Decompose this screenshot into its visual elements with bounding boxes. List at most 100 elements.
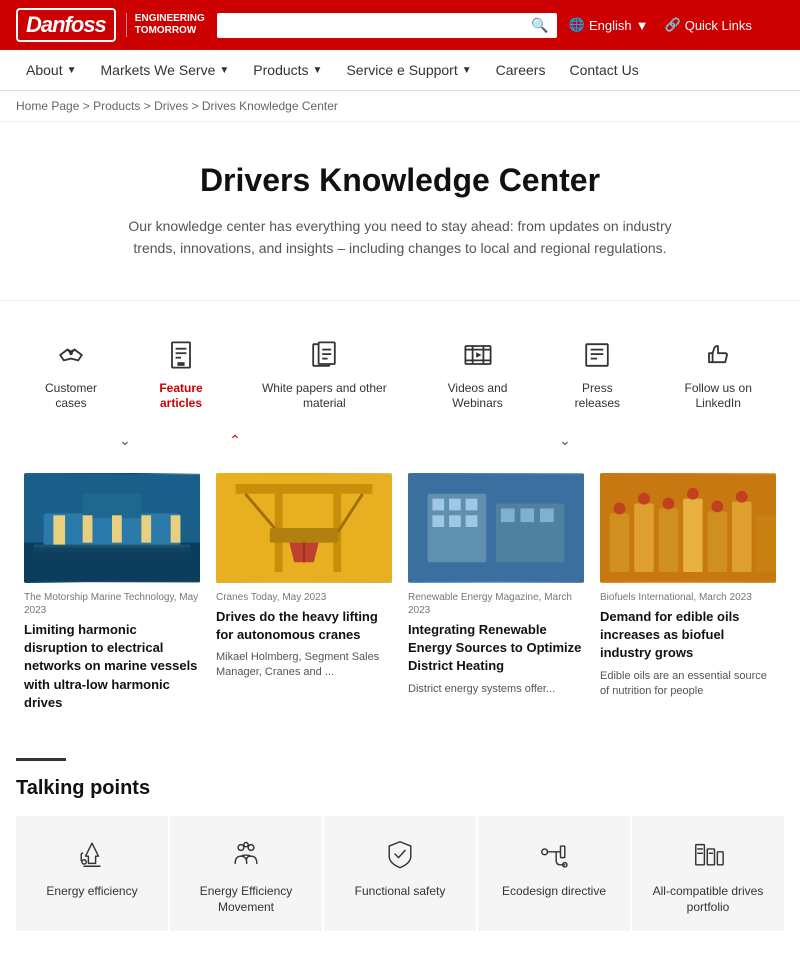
tagline: ENGINEERINGTOMORROW: [126, 13, 205, 37]
article-source-4: Biofuels International, March 2023: [600, 591, 776, 604]
article-card-4[interactable]: Biofuels International, March 2023 Deman…: [592, 465, 784, 726]
article-source-2: Cranes Today, May 2023: [216, 591, 392, 604]
search-input[interactable]: [225, 18, 532, 33]
category-customer-cases[interactable]: Customer cases: [16, 325, 126, 424]
category-feature-articles[interactable]: Feature articles: [126, 325, 236, 424]
article-desc-4: Edible oils are an essential source of n…: [600, 669, 776, 700]
nav-careers[interactable]: Careers: [486, 50, 556, 90]
article-title-4: Demand for edible oils increases as biof…: [600, 608, 776, 663]
nav-markets[interactable]: Markets We Serve ▼: [91, 50, 240, 90]
main-nav: About ▼ Markets We Serve ▼ Products ▼ Se…: [0, 50, 800, 91]
article-image-energy: [408, 473, 584, 583]
category-white-papers-label: White papers and other material: [254, 381, 395, 412]
ecodesign-icon: [536, 836, 572, 872]
nav-service-support[interactable]: Service e Support ▼: [336, 50, 481, 90]
globe-icon: 🌐: [569, 17, 585, 33]
chevron-down-icon: ▼: [462, 65, 472, 76]
article-card-2[interactable]: Cranes Today, May 2023 Drives do the hea…: [208, 465, 400, 726]
chevron-down-icon: ▼: [313, 65, 323, 76]
people-icon: [228, 836, 264, 872]
expand-white-papers: [290, 428, 400, 453]
article-source-1: The Motorship Marine Technology, May 202…: [24, 591, 200, 617]
handshake-icon: [53, 337, 89, 373]
talking-points-grid: Energy efficiency Energy Efficiency Move…: [0, 816, 800, 963]
article-image-biofuel: [600, 473, 776, 583]
article-title-1: Limiting harmonic disruption to electric…: [24, 621, 200, 712]
thumbsup-icon: [700, 337, 736, 373]
article-image-ship: [24, 473, 200, 583]
page-title-area: Drivers Knowledge Center Our knowledge c…: [0, 122, 800, 280]
language-selector[interactable]: 🌐 English ▼: [569, 17, 649, 33]
expand-row: ⌄ ⌃ ⌄: [0, 424, 800, 457]
category-videos[interactable]: Videos and Webinars: [413, 325, 543, 424]
expand-linkedin: [620, 428, 730, 453]
chevron-down-icon: ▼: [636, 18, 649, 33]
category-linkedin-label: Follow us on LinkedIn: [670, 381, 766, 412]
section-divider: [16, 758, 66, 761]
chevron-down-icon: ▼: [67, 65, 77, 76]
tp-energy-efficiency[interactable]: Energy efficiency: [16, 816, 168, 931]
header-right: 🌐 English ▼ 🔗 Quick Links: [569, 17, 752, 33]
crane-illustration: [216, 473, 392, 583]
breadcrumb-current: Drives Knowledge Center: [202, 99, 338, 113]
site-header: Danfoss ENGINEERINGTOMORROW 🔍 🌐 English …: [0, 0, 800, 50]
energy-illustration: [408, 473, 584, 583]
article-card-3[interactable]: Renewable Energy Magazine, March 2023 In…: [400, 465, 592, 726]
expand-videos: [400, 428, 510, 453]
search-button[interactable]: 🔍: [531, 17, 548, 34]
tp-all-compatible[interactable]: All-compatible drives portfolio: [632, 816, 784, 931]
biofuel-illustration: [600, 473, 776, 583]
tp-energy-efficiency-label: Energy efficiency: [46, 884, 137, 900]
expand-customer-cases[interactable]: ⌄: [70, 428, 180, 453]
tp-ecodesign-directive-label: Ecodesign directive: [502, 884, 606, 900]
article-image-crane: [216, 473, 392, 583]
collapse-feature-articles[interactable]: ⌃: [180, 428, 290, 453]
tp-all-compatible-label: All-compatible drives portfolio: [644, 884, 772, 915]
drives-portfolio-icon: [690, 836, 726, 872]
category-press-releases[interactable]: Press releases: [542, 325, 652, 424]
articles-grid: The Motorship Marine Technology, May 202…: [0, 465, 800, 726]
category-linkedin[interactable]: Follow us on LinkedIn: [652, 325, 784, 424]
nav-about[interactable]: About ▼: [16, 50, 87, 90]
tp-functional-safety[interactable]: Functional safety: [324, 816, 476, 931]
document-icon: [163, 337, 199, 373]
page-description: Our knowledge center has everything you …: [120, 215, 680, 260]
expand-press-releases[interactable]: ⌄: [510, 428, 620, 453]
nav-products[interactable]: Products ▼: [243, 50, 332, 90]
category-white-papers[interactable]: White papers and other material: [236, 325, 413, 424]
category-customer-cases-label: Customer cases: [34, 381, 108, 412]
video-icon: [460, 337, 496, 373]
article-title-2: Drives do the heavy lifting for autonomo…: [216, 608, 392, 644]
link-icon: 🔗: [665, 17, 681, 33]
category-bar: Customer cases Feature articles White pa…: [0, 300, 800, 424]
logo-area: Danfoss ENGINEERINGTOMORROW: [16, 8, 205, 42]
chevron-down-icon: ▼: [219, 65, 229, 76]
breadcrumb: Home Page > Products > Drives > Drives K…: [0, 91, 800, 122]
category-feature-articles-label: Feature articles: [144, 381, 218, 412]
danfoss-logo: Danfoss: [16, 8, 116, 42]
tp-energy-efficiency-movement[interactable]: Energy Efficiency Movement: [170, 816, 322, 931]
article-desc-3: District energy systems offer...: [408, 682, 584, 697]
page-title: Drivers Knowledge Center: [80, 162, 720, 199]
article-source-3: Renewable Energy Magazine, March 2023: [408, 591, 584, 617]
breadcrumb-home[interactable]: Home Page: [16, 99, 79, 113]
nav-contact[interactable]: Contact Us: [559, 50, 648, 90]
energy-efficiency-icon: [74, 836, 110, 872]
tp-ecodesign-directive[interactable]: Ecodesign directive: [478, 816, 630, 931]
article-title-3: Integrating Renewable Energy Sources to …: [408, 621, 584, 676]
breadcrumb-drives[interactable]: Drives: [154, 99, 188, 113]
shield-checkmark-icon: [382, 836, 418, 872]
tp-functional-safety-label: Functional safety: [355, 884, 446, 900]
tp-energy-efficiency-movement-label: Energy Efficiency Movement: [182, 884, 310, 915]
press-icon: [579, 337, 615, 373]
article-author-2: Mikael Holmberg, Segment Sales Manager, …: [216, 650, 392, 679]
ship-illustration: [24, 473, 200, 583]
article-card-1[interactable]: The Motorship Marine Technology, May 202…: [16, 465, 208, 726]
search-bar: 🔍: [217, 13, 557, 38]
category-videos-label: Videos and Webinars: [431, 381, 525, 412]
talking-points-title: Talking points: [0, 777, 800, 800]
breadcrumb-products[interactable]: Products: [93, 99, 140, 113]
papers-icon: [306, 337, 342, 373]
category-press-releases-label: Press releases: [560, 381, 634, 412]
quick-links-button[interactable]: 🔗 Quick Links: [665, 17, 752, 33]
